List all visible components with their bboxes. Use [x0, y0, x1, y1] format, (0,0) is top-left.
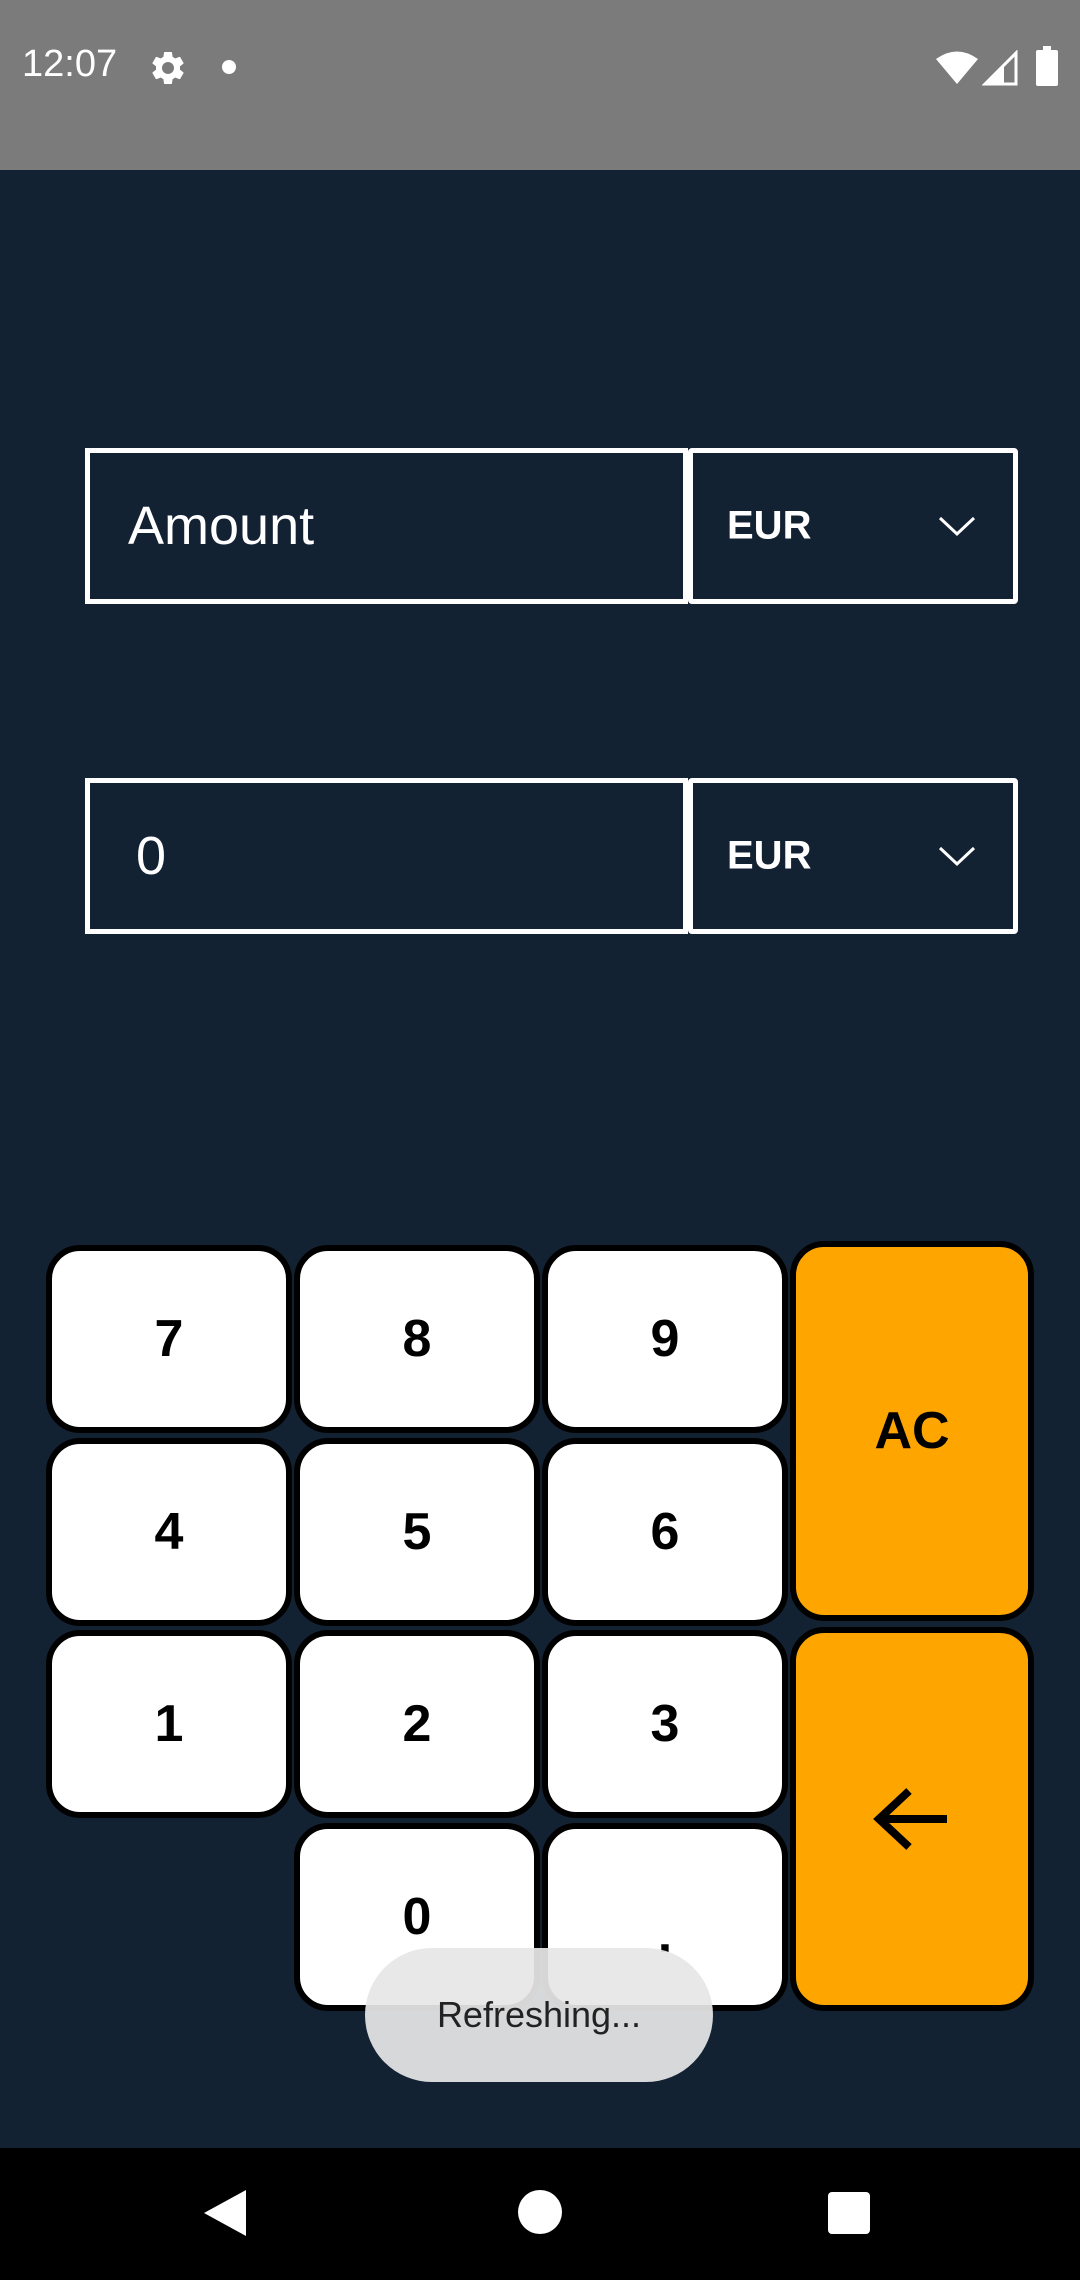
key-7[interactable]: 7: [46, 1245, 292, 1433]
chevron-down-icon: [938, 516, 976, 537]
key-2[interactable]: 2: [294, 1630, 540, 1818]
key-8[interactable]: 8: [294, 1245, 540, 1433]
arrow-left-icon: [873, 1788, 947, 1850]
key-3[interactable]: 3: [542, 1630, 788, 1818]
key-9[interactable]: 9: [542, 1245, 788, 1433]
signal-icon: [982, 50, 1018, 86]
recents-icon[interactable]: [828, 2192, 870, 2234]
key-5[interactable]: 5: [294, 1438, 540, 1626]
result-value: 0: [136, 826, 167, 886]
gear-icon: [152, 51, 184, 84]
nav-bar: [0, 2148, 1080, 2280]
clear-button[interactable]: AC: [790, 1241, 1034, 1621]
home-icon[interactable]: [518, 2190, 562, 2234]
refresh-toast: Refreshing...: [365, 1948, 713, 2082]
to-currency-label: EUR: [727, 833, 812, 878]
result-field[interactable]: 0: [85, 778, 688, 934]
chevron-down-icon: [938, 846, 976, 867]
from-currency-label: EUR: [727, 503, 812, 548]
notification-dot-icon: [222, 60, 236, 74]
toast-message: Refreshing...: [436, 1994, 642, 2035]
key-1[interactable]: 1: [46, 1630, 292, 1818]
battery-icon: [1036, 46, 1058, 86]
from-currency-dropdown[interactable]: EUR: [688, 448, 1018, 604]
amount-placeholder: Amount: [128, 496, 315, 556]
back-icon[interactable]: [202, 2188, 248, 2238]
wifi-icon: [936, 51, 978, 84]
status-time: 12:07: [22, 43, 118, 85]
key-6[interactable]: 6: [542, 1438, 788, 1626]
backspace-button[interactable]: [790, 1627, 1034, 2011]
key-4[interactable]: 4: [46, 1438, 292, 1626]
amount-input[interactable]: Amount: [85, 448, 688, 604]
to-currency-dropdown[interactable]: EUR: [688, 778, 1018, 934]
status-bar: 12:07: [0, 0, 1080, 170]
